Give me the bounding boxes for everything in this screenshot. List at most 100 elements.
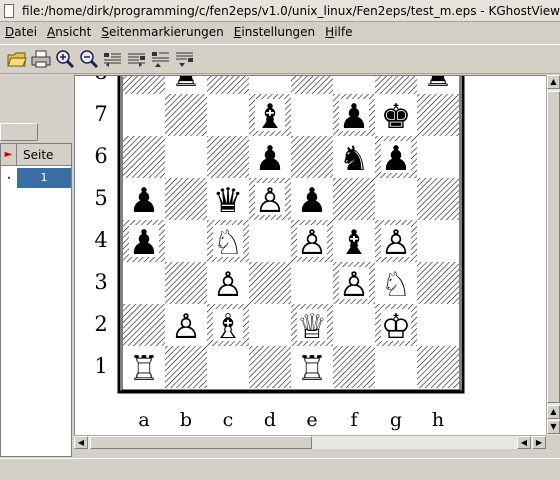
title-bar: file:/home/dirk/programming/c/fen2eps/v1…: [0, 0, 560, 22]
board-square-e8: [291, 76, 333, 94]
rank-label-6: 6: [94, 144, 107, 168]
board-square-a3: [123, 262, 165, 304]
white-pawn-icon: ♙: [213, 265, 243, 305]
document-view[interactable]: 87654321abcdefgh♖♖♙♗♕♔♙♙♘♟♘♙♝♙♟♛♙♟♟♞♟♝♟♚…: [74, 75, 546, 435]
vertical-scrollbar[interactable]: ▲ ▲ ▼: [546, 75, 560, 435]
black-knight-icon: ♞: [339, 139, 369, 179]
board-square-b1: [165, 346, 207, 388]
board-square-f2: [333, 304, 375, 346]
board-square-d4: [249, 220, 291, 262]
menu-datei[interactable]: Datei: [0, 25, 42, 39]
board-square-g5: [375, 178, 417, 220]
first-page-icon: [152, 52, 169, 67]
toolbar: [0, 44, 560, 74]
print-button[interactable]: [30, 48, 52, 70]
white-knight-icon: ♘: [381, 265, 411, 305]
white-pawn-icon: ♙: [255, 181, 285, 221]
board-square-d2: [249, 304, 291, 346]
menu-seitenmarkierungen[interactable]: Seitenmarkierungen: [96, 25, 228, 39]
zoom-in-button[interactable]: [54, 48, 76, 70]
prev-page-button[interactable]: [102, 48, 124, 70]
print-icon: [31, 50, 51, 68]
last-page-button[interactable]: [174, 48, 196, 70]
menu-hilfe[interactable]: Hilfe: [320, 25, 357, 39]
list-item[interactable]: • 1: [1, 168, 71, 188]
mark-column-icon[interactable]: ►: [1, 143, 17, 166]
board-square-c7: [207, 94, 249, 136]
next-page-icon: [128, 53, 145, 67]
black-pawn-icon: ♟: [381, 139, 411, 179]
page-list[interactable]: ► Seite • 1: [0, 143, 72, 457]
black-pawn-icon: ♟: [129, 181, 159, 221]
file-label-a: a: [138, 409, 149, 431]
last-page-icon: [176, 52, 193, 67]
board-square-f5: [333, 178, 375, 220]
page-number[interactable]: 1: [17, 168, 71, 188]
board-square-h4: [417, 220, 459, 262]
scroll-left-button[interactable]: ◀: [74, 436, 88, 449]
board-square-c6: [207, 136, 249, 178]
board-square-d1: [249, 346, 291, 388]
white-rook-icon: ♖: [297, 349, 327, 389]
horizontal-scroll-thumb[interactable]: [90, 436, 312, 449]
white-pawn-icon: ♙: [339, 265, 369, 305]
scroll-up-lower-button[interactable]: ▲: [547, 405, 560, 419]
board-square-e7: [291, 94, 333, 136]
scroll-up-button[interactable]: ▲: [547, 75, 560, 89]
vertical-scroll-thumb[interactable]: [547, 91, 560, 403]
black-rook-icon: ♜: [171, 76, 201, 95]
rank-label-4: 4: [94, 228, 107, 252]
rank-label-3: 3: [94, 270, 107, 294]
file-label-h: h: [432, 409, 444, 431]
board-square-g8: [375, 76, 417, 94]
page-mark[interactable]: •: [1, 174, 17, 183]
board-square-e3: [291, 262, 333, 304]
board-square-a8: [123, 76, 165, 94]
menu-einstellungen[interactable]: Einstellungen: [229, 25, 320, 39]
rank-label-2: 2: [94, 312, 107, 336]
board-square-b6: [165, 136, 207, 178]
chessboard-diagram: 87654321abcdefgh♖♖♙♗♕♔♙♙♘♟♘♙♝♙♟♛♙♟♟♞♟♝♟♚…: [94, 76, 465, 431]
menu-ansicht[interactable]: Ansicht: [42, 25, 96, 39]
white-rook-icon: ♖: [129, 349, 159, 389]
status-bar: [0, 458, 560, 480]
panel-spacer: [0, 75, 72, 123]
horizontal-scrollbar[interactable]: ◀ ◀ ▶: [74, 435, 546, 449]
board-square-e6: [291, 136, 333, 178]
board-square-f8: [333, 76, 375, 94]
file-label-f: f: [350, 409, 359, 431]
window-title: file:/home/dirk/programming/c/fen2eps/v1…: [22, 3, 560, 18]
page-column-header[interactable]: Seite: [17, 148, 53, 162]
rank-label-8: 8: [94, 76, 107, 84]
board-square-c1: [207, 346, 249, 388]
open-button[interactable]: [6, 48, 28, 70]
next-page-button[interactable]: [126, 48, 148, 70]
scroll-down-button[interactable]: ▼: [547, 420, 560, 434]
black-king-icon: ♚: [381, 97, 411, 137]
board-square-a6: [123, 136, 165, 178]
scroll-left-lower-button[interactable]: ◀: [517, 436, 531, 449]
scroll-right-button[interactable]: ▶: [532, 436, 546, 449]
board-square-h1: [417, 346, 459, 388]
page-list-header: ► Seite: [1, 143, 71, 166]
board-square-b5: [165, 178, 207, 220]
file-label-c: c: [223, 409, 234, 431]
black-rook-icon: ♜: [423, 76, 453, 95]
black-queen-icon: ♛: [213, 181, 243, 221]
white-pawn-icon: ♙: [381, 223, 411, 263]
board-square-b7: [165, 94, 207, 136]
board-square-b4: [165, 220, 207, 262]
board-square-h2: [417, 304, 459, 346]
board-square-b3: [165, 262, 207, 304]
white-bishop-icon: ♗: [213, 307, 243, 347]
window-icon[interactable]: [4, 3, 15, 18]
board-square-d3: [249, 262, 291, 304]
white-king-icon: ♔: [381, 307, 411, 347]
zoom-out-button[interactable]: [78, 48, 100, 70]
board-square-f1: [333, 346, 375, 388]
black-bishop-icon: ♝: [255, 97, 285, 137]
black-pawn-icon: ♟: [297, 181, 327, 221]
file-label-d: d: [264, 409, 276, 431]
panel-toggle-button[interactable]: [0, 123, 38, 141]
first-page-button[interactable]: [150, 48, 172, 70]
